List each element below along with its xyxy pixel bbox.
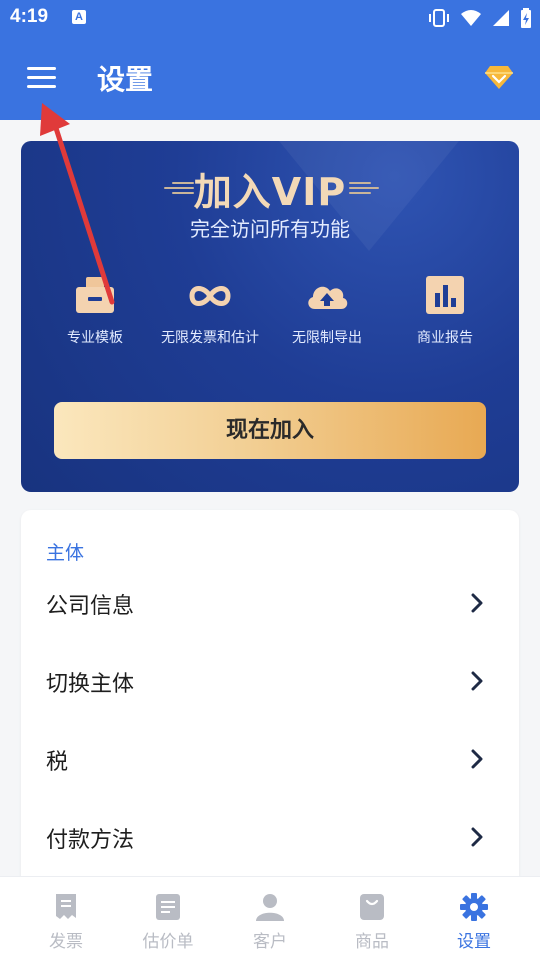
vip-diamond-icon[interactable] (484, 64, 514, 90)
feature-label: 无限发票和估计 (161, 330, 259, 346)
status-icons (428, 6, 532, 30)
feature-templates: 专业模板 (40, 273, 150, 348)
join-now-button[interactable]: 现在加入 (54, 402, 486, 459)
row-label: 付款方法 (46, 828, 135, 853)
vip-title: 加入VIP (193, 170, 347, 214)
settings-row-tax[interactable]: 税 (21, 720, 519, 798)
page-title: 设置 (97, 63, 154, 96)
feature-unlimited-export: 无限制导出 (272, 273, 382, 348)
customer-icon (256, 894, 284, 921)
app-bar: 设置 (0, 36, 540, 120)
invoice-icon (56, 894, 76, 919)
text-a-icon: A (72, 10, 86, 24)
settings-row-payment-methods[interactable]: 付款方法 (21, 798, 519, 876)
row-label: 切换主体 (46, 672, 135, 697)
tab-label: 商品 (355, 932, 389, 952)
feature-business-reports: 商业报告 (390, 273, 500, 348)
chevron-right-icon (471, 671, 483, 691)
signal-icon (493, 10, 509, 26)
chevron-right-icon (471, 593, 483, 613)
settings-row-company-info[interactable]: 公司信息 (21, 564, 519, 642)
vip-subtitle: 完全访问所有功能 (190, 217, 350, 241)
tab-label: 估价单 (142, 932, 194, 952)
settings-card: 主体 公司信息 切换主体 税 付款方法 (21, 510, 519, 890)
feature-label: 商业报告 (417, 330, 473, 346)
tab-products[interactable]: 商品 (322, 877, 422, 960)
cloud-upload-icon (308, 286, 348, 309)
row-label: 税 (46, 750, 69, 775)
chevron-right-icon (471, 827, 483, 847)
tab-customers[interactable]: 客户 (220, 877, 320, 960)
bar-chart-icon (426, 276, 464, 314)
wifi-icon (461, 10, 481, 26)
tab-invoices[interactable]: 发票 (16, 877, 116, 960)
battery-icon (521, 8, 531, 28)
estimate-icon (156, 894, 180, 920)
tab-label: 发票 (49, 932, 83, 952)
settings-row-switch-entity[interactable]: 切换主体 (21, 642, 519, 720)
status-time: 4:19 (10, 6, 49, 27)
feature-label: 无限制导出 (292, 330, 362, 346)
feature-label: 专业模板 (67, 330, 123, 346)
section-title: 主体 (46, 542, 85, 564)
tab-settings[interactable]: 设置 (424, 877, 524, 960)
tab-estimates[interactable]: 估价单 (118, 877, 218, 960)
hamburger-menu-icon[interactable] (22, 62, 62, 94)
settings-gear-icon (460, 893, 488, 921)
row-label: 公司信息 (46, 594, 135, 619)
chevron-right-icon (471, 749, 483, 769)
product-icon (360, 894, 384, 920)
infinity-icon (189, 286, 231, 306)
vip-promo-card: 加入VIP 完全访问所有功能 专业模板 无限发票和估计 无限制导出 商业报告 现… (21, 141, 519, 492)
bottom-navigation: 发票 估价单 客户 商品 设置 (0, 876, 540, 960)
template-icon (76, 277, 114, 313)
vibrate-icon (429, 9, 449, 27)
tab-label: 设置 (457, 932, 491, 952)
status-bar: 4:19 A (0, 0, 540, 36)
tab-label: 客户 (253, 932, 287, 952)
feature-unlimited-invoices: 无限发票和估计 (155, 273, 265, 348)
